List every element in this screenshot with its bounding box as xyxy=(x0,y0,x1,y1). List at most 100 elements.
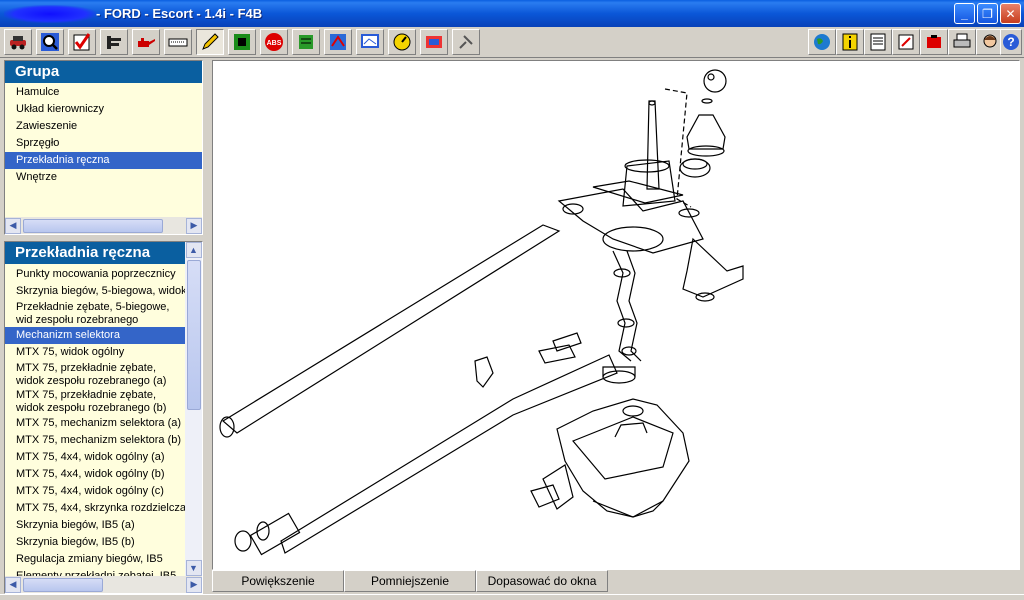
help-button[interactable]: ? xyxy=(1000,29,1022,55)
svg-text:?: ? xyxy=(1007,35,1014,49)
tachometer-icon xyxy=(393,33,411,51)
engine-icon xyxy=(107,36,121,49)
scroll-thumb[interactable] xyxy=(23,218,163,233)
gauge-panel-icon xyxy=(299,35,313,49)
info-button[interactable] xyxy=(836,29,864,55)
engine-button[interactable] xyxy=(100,29,128,55)
section-item[interactable]: Regulacja zmiany biegów, IB5 xyxy=(5,551,185,568)
group-panel: Grupa Hamulce Układ kierowniczy Zawiesze… xyxy=(4,60,203,235)
printer-icon xyxy=(953,33,971,48)
bottom-toolbar: Powiększenie Pomniejszenie Dopasować do … xyxy=(212,570,1020,592)
lower-housing xyxy=(556,398,690,518)
section-item-selected[interactable]: Mechanizm selektora xyxy=(5,327,185,344)
scroll-right-arrow-icon[interactable]: ▶ xyxy=(186,576,202,593)
shift-lever xyxy=(646,100,660,190)
monitor-icon xyxy=(361,34,379,48)
section-panel-header: Przekładnia ręczna xyxy=(5,242,185,264)
title-bar: - FORD - Escort - 1.4i - F4B _ ❐ ✕ xyxy=(0,0,1024,27)
blurred-app-name xyxy=(4,4,96,23)
section-item[interactable]: MTX 75, 4x4, widok ogólny (b) xyxy=(5,466,185,483)
section-item[interactable]: Punkty mocowania poprzecznicy xyxy=(5,266,185,283)
section-item[interactable]: MTX 75, przekładnie zębate, widok zespoł… xyxy=(5,361,185,388)
section-item[interactable]: MTX 75, 4x4, widok ogólny (c) xyxy=(5,483,185,500)
group-panel-header: Grupa xyxy=(5,61,202,83)
tools-icon xyxy=(927,35,941,48)
scroll-right-arrow-icon[interactable]: ▶ xyxy=(186,217,202,234)
gear-knob xyxy=(703,69,727,93)
search-icon xyxy=(41,33,59,51)
fit-to-window-button[interactable]: Dopasować do okna xyxy=(476,570,608,592)
checklist-icon xyxy=(73,33,91,51)
oil-can-icon xyxy=(138,38,155,47)
checklist-button[interactable] xyxy=(68,29,96,55)
battery-icon xyxy=(168,38,188,47)
wiring-button[interactable] xyxy=(420,29,448,55)
section-item[interactable]: Skrzynia biegów, IB5 (a) xyxy=(5,517,185,534)
group-item[interactable]: Hamulce xyxy=(5,84,202,101)
toolbar: ABS ? xyxy=(0,27,1024,58)
section-item[interactable]: MTX 75, 4x4, skrzynka rozdzielcza I xyxy=(5,500,185,517)
gear-selector-diagram xyxy=(219,69,744,556)
document-icon xyxy=(870,33,886,51)
section-item[interactable]: Skrzynia biegów, IB5 (b) xyxy=(5,534,185,551)
globe-icon xyxy=(814,34,830,50)
status-bar xyxy=(0,594,1024,600)
section-item[interactable]: MTX 75, widok ogólny xyxy=(5,344,185,361)
window-title: - FORD - Escort - 1.4i - F4B xyxy=(96,6,263,21)
tools-button[interactable] xyxy=(920,29,948,55)
selector-cable xyxy=(280,354,618,554)
section-item[interactable]: MTX 75, 4x4, widok ogólny (a) xyxy=(5,449,185,466)
circuit-button[interactable] xyxy=(228,29,256,55)
section-vertical-scrollbar[interactable]: ▲ ▼ xyxy=(185,242,202,576)
notes-button[interactable] xyxy=(892,29,920,55)
section-item[interactable]: Przekładnie zębate, 5-biegowe, wid zespo… xyxy=(5,300,185,327)
scroll-up-arrow-icon[interactable]: ▲ xyxy=(185,242,202,258)
zoom-out-button[interactable]: Pomniejszenie xyxy=(344,570,476,592)
circuit-board-icon xyxy=(234,34,250,50)
section-item[interactable]: MTX 75, mechanizm selektora (b) xyxy=(5,432,185,449)
group-item-selected[interactable]: Przekładnia ręczna xyxy=(5,152,202,169)
wiring-icon xyxy=(426,36,442,48)
maximize-button[interactable]: ❐ xyxy=(977,3,998,24)
scroll-thumb[interactable] xyxy=(186,260,201,410)
steering-icon xyxy=(330,34,346,50)
pin-button[interactable] xyxy=(452,29,480,55)
group-item[interactable]: Wnętrze xyxy=(5,169,202,186)
group-horizontal-scrollbar[interactable]: ◀ ▶ xyxy=(5,217,202,234)
pencil-button[interactable] xyxy=(196,29,224,55)
scroll-thumb[interactable] xyxy=(23,577,103,592)
close-button[interactable]: ✕ xyxy=(1000,3,1021,24)
scroll-left-arrow-icon[interactable]: ◀ xyxy=(5,576,21,593)
tachometer-button[interactable] xyxy=(388,29,416,55)
group-item[interactable]: Zawieszenie xyxy=(5,118,202,135)
steering-button[interactable] xyxy=(324,29,352,55)
diagram-canvas[interactable] xyxy=(212,60,1020,570)
section-item[interactable]: Skrzynia biegów, 5-biegowa, widok xyxy=(5,283,185,300)
gear-boot xyxy=(686,114,726,150)
oil-button[interactable] xyxy=(132,29,160,55)
scroll-down-arrow-icon[interactable]: ▼ xyxy=(185,560,202,576)
abs-button[interactable]: ABS xyxy=(260,29,288,55)
section-panel: Przekładnia ręczna Punkty mocowania popr… xyxy=(4,241,203,594)
pencil-icon xyxy=(202,33,219,50)
scroll-left-arrow-icon[interactable]: ◀ xyxy=(5,217,21,234)
info-icon xyxy=(842,33,858,51)
zoom-in-button[interactable]: Powiększenie xyxy=(212,570,344,592)
printer-button[interactable] xyxy=(948,29,976,55)
help-icon: ? xyxy=(1003,34,1019,50)
group-item[interactable]: Sprzęgło xyxy=(5,135,202,152)
section-horizontal-scrollbar[interactable]: ◀ ▶ xyxy=(5,576,202,593)
search-button[interactable] xyxy=(36,29,64,55)
gauge-panel-button[interactable] xyxy=(292,29,320,55)
document-button[interactable] xyxy=(864,29,892,55)
car-icon xyxy=(10,36,26,50)
section-item[interactable]: MTX 75, mechanizm selektora (a) xyxy=(5,415,185,432)
battery-button[interactable] xyxy=(164,29,192,55)
section-item[interactable]: MTX 75, przekładnie zębate, widok zespoł… xyxy=(5,388,185,415)
minimize-button[interactable]: _ xyxy=(954,3,975,24)
monitor-button[interactable] xyxy=(356,29,384,55)
car-button[interactable] xyxy=(4,29,32,55)
abs-icon: ABS xyxy=(265,33,283,51)
group-item[interactable]: Układ kierowniczy xyxy=(5,101,202,118)
globe-button[interactable] xyxy=(808,29,836,55)
